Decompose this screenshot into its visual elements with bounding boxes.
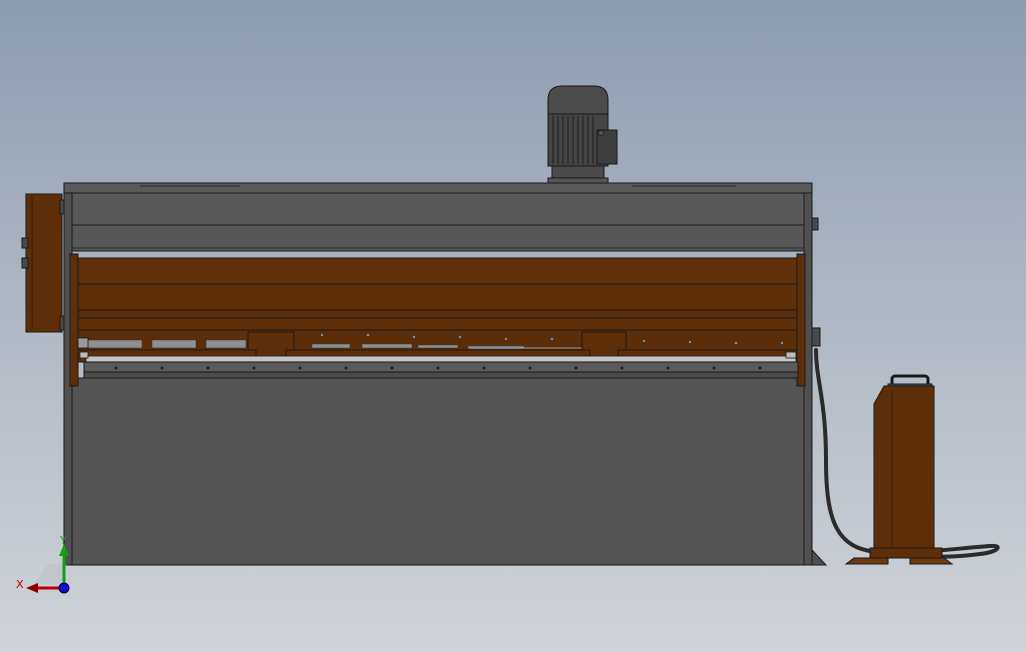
blade-beam[interactable] [69,253,821,387]
shear-machine-model[interactable]: Y X [0,0,1026,652]
y-axis-label: Y [59,534,67,547]
cad-graphics-viewport[interactable]: Y X [0,0,1026,652]
left-side-housing[interactable] [21,193,67,333]
x-axis-label: X [16,578,24,591]
motor[interactable] [547,85,618,185]
foot-pedal-control-box[interactable] [844,374,954,565]
coordinate-triad: Y X [16,534,70,594]
z-axis-icon [58,582,70,594]
